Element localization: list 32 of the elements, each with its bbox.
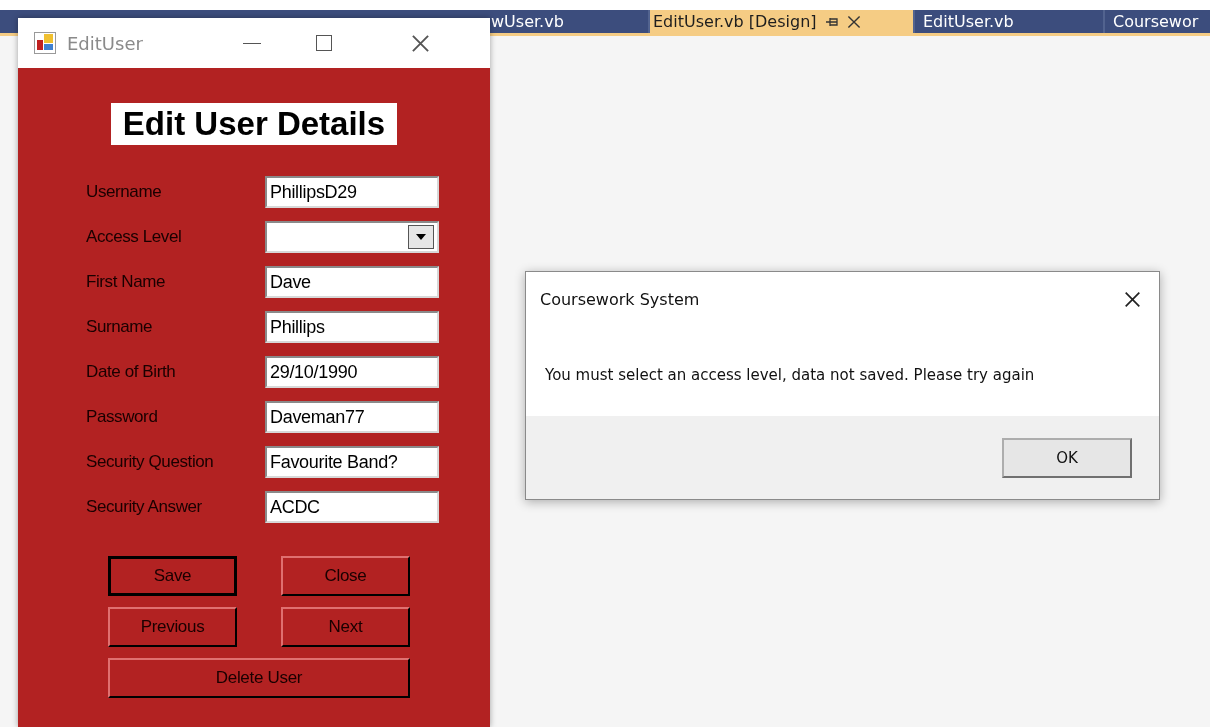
- ok-button[interactable]: OK: [1002, 437, 1132, 478]
- text-field[interactable]: PhillipsD29: [265, 176, 439, 208]
- field-label: Surname: [86, 316, 154, 338]
- app-icon: [34, 32, 56, 54]
- maximize-icon[interactable]: [315, 34, 333, 52]
- text-field[interactable]: ACDC: [265, 491, 439, 523]
- dropdown-arrow-icon[interactable]: [416, 234, 426, 240]
- field-label: Security Answer: [86, 496, 203, 518]
- dialog-message: You must select an access level, data not saved. Please try again: [544, 366, 1036, 386]
- close-icon[interactable]: [1124, 290, 1141, 308]
- close-icon[interactable]: [846, 14, 861, 29]
- close-icon[interactable]: [411, 33, 430, 53]
- text-field[interactable]: Daveman77: [265, 401, 439, 433]
- editor-tab[interactable]: Coursewor: [1105, 10, 1210, 33]
- editor-tab[interactable]: EditUser.vb: [915, 10, 1105, 33]
- text-field[interactable]: Dave: [265, 266, 439, 298]
- pin-icon[interactable]: [824, 16, 839, 27]
- field-label: Password: [86, 406, 159, 428]
- field-label: Security Question: [86, 451, 215, 473]
- editor-tab[interactable]: EditUser.vb [Design]: [650, 10, 915, 33]
- text-field[interactable]: 29/10/1990: [265, 356, 439, 388]
- dialog-title: Coursework System: [540, 289, 700, 309]
- text-field[interactable]: Phillips: [265, 311, 439, 343]
- field-label: Access Level: [86, 226, 183, 248]
- field-label: Username: [86, 181, 163, 203]
- field-label: First Name: [86, 271, 167, 293]
- field-label: Date of Birth: [86, 361, 177, 383]
- dropdown-field[interactable]: [265, 221, 439, 253]
- tab-label: EditUser.vb [Design]: [653, 12, 817, 31]
- text-field[interactable]: Favourite Band?: [265, 446, 439, 478]
- form-heading: Edit User Details: [110, 103, 398, 145]
- window-title: EditUser: [67, 32, 144, 54]
